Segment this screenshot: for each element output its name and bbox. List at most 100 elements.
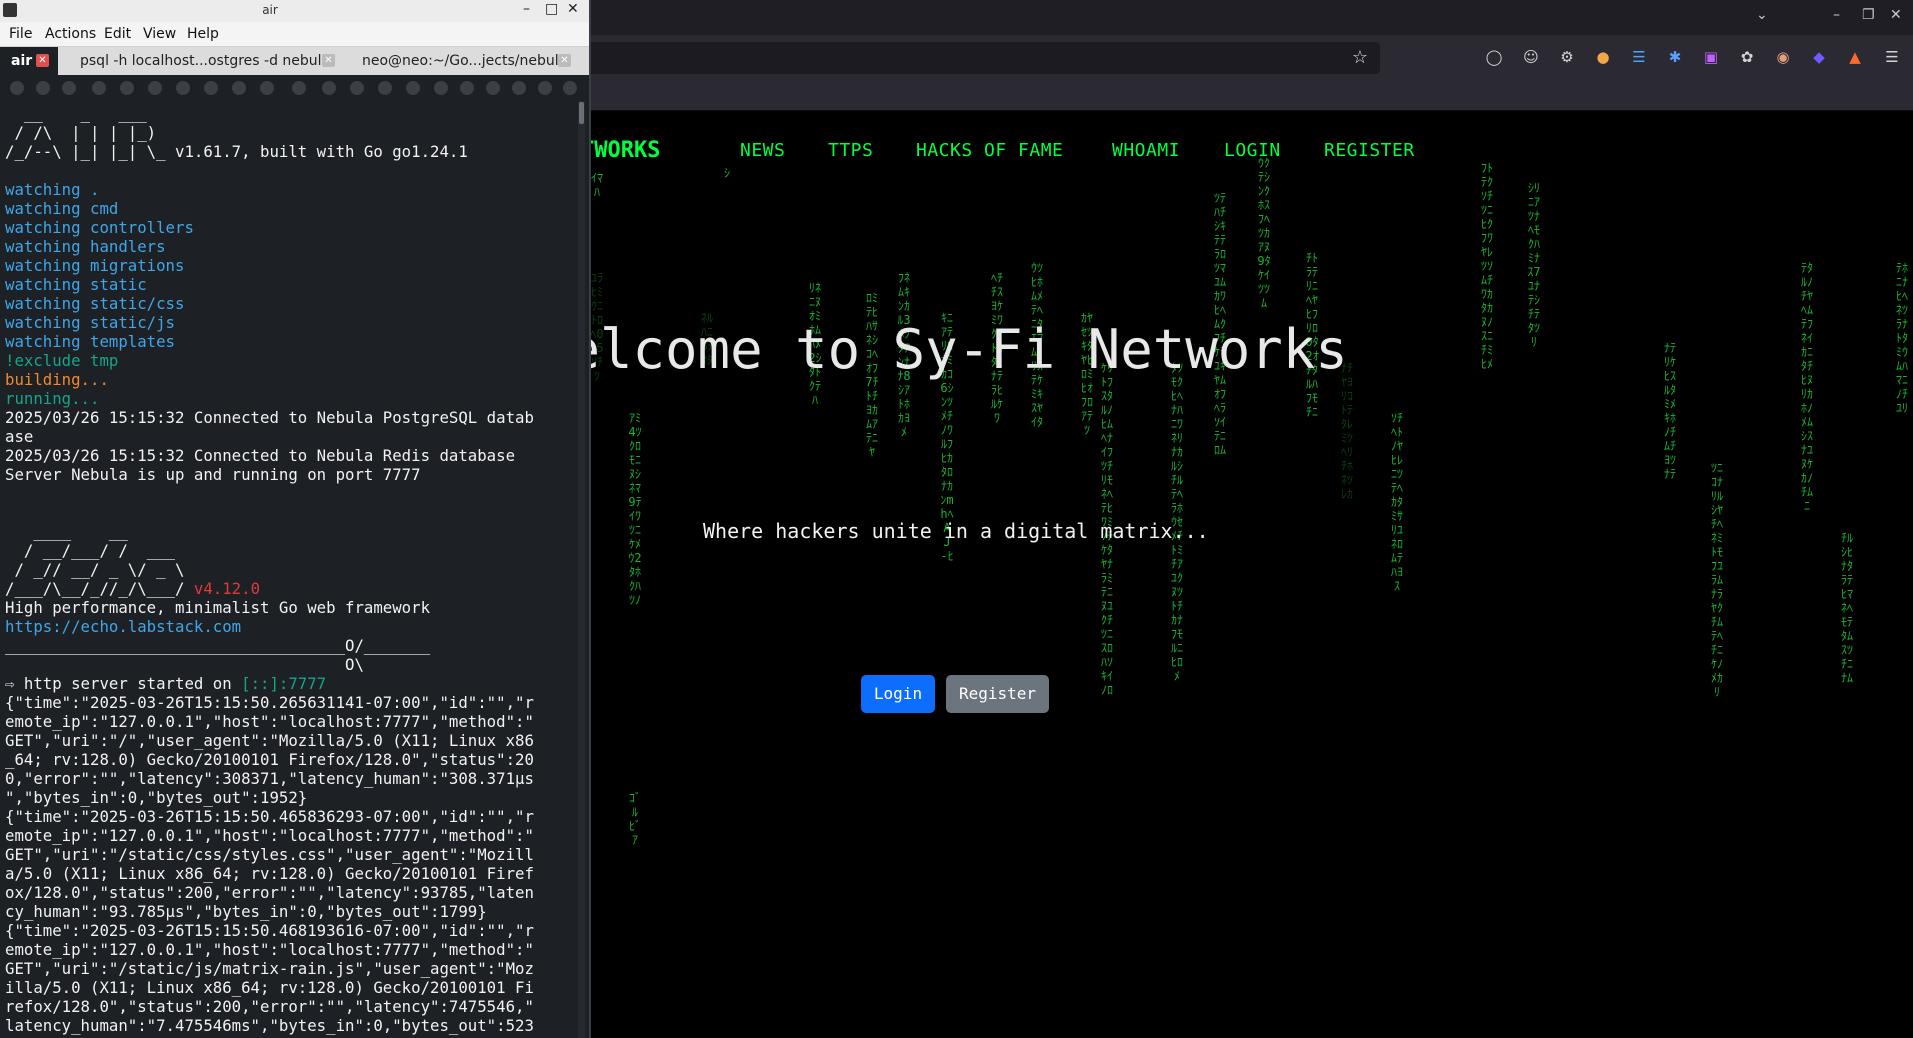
bookmark-star-icon[interactable]: ☆ bbox=[1352, 47, 1368, 68]
menu-icon[interactable]: ☰ bbox=[1882, 47, 1902, 67]
addon-icon[interactable]: ◆ bbox=[1809, 47, 1829, 67]
log-line: 2025/03/26 15:15:32 Connected to Nebula … bbox=[5, 408, 534, 427]
maximize-icon[interactable]: □ bbox=[545, 1, 558, 17]
matrix-rain-column: ﾌﾄﾃｸｿﾁﾂﾆﾋｸﾌﾜﾔﾚﾂｿﾑﾁﾜｶﾀｶﾇﾉｽﾆﾁﾐﾋﾒ bbox=[1480, 161, 1493, 371]
request-log-line: emote_ip":"127.0.0.1","host":"localhost:… bbox=[5, 826, 534, 845]
matrix-rain-column: ｱﾐ4ﾂｸﾛﾓﾆﾇｼﾈﾏ9ﾃｲﾜﾂﾆｹﾒｳ2ﾀﾎｸﾊﾂﾉ bbox=[628, 411, 642, 607]
app-icon[interactable] bbox=[10, 81, 24, 95]
close-tab-icon[interactable]: ✕ bbox=[322, 54, 335, 67]
tab-air[interactable]: air ✕ bbox=[0, 47, 58, 75]
addon-icon[interactable]: ● bbox=[1593, 47, 1613, 67]
account-icon[interactable]: ☺ bbox=[1521, 47, 1541, 67]
echo-version: v4.12.0 bbox=[193, 579, 261, 598]
app-icon[interactable] bbox=[563, 81, 577, 95]
terminal-titlebar: air – □ ✕ bbox=[0, 0, 589, 22]
watching-line: watching cmd bbox=[5, 199, 119, 218]
app-icon[interactable] bbox=[292, 81, 306, 95]
minimize-icon[interactable]: – bbox=[523, 1, 530, 17]
app-icon[interactable] bbox=[120, 81, 134, 95]
server-started-text: ⇨ http server started on bbox=[5, 674, 242, 693]
terminal-title: air bbox=[262, 3, 278, 17]
tab-list-icon[interactable]: ⌄ bbox=[1756, 7, 1768, 23]
addon-icon[interactable]: ◉ bbox=[1773, 47, 1793, 67]
menu-file[interactable]: File bbox=[9, 26, 32, 42]
close-tab-icon[interactable]: ✕ bbox=[558, 54, 571, 67]
matrix-rain-column: ﾃﾀﾙﾉﾁﾔﾍﾑﾃﾌﾈｲｶﾆﾀﾁﾋﾇﾘｶﾎﾉﾒﾑｼｽﾅﾕﾇｹｶﾉﾁﾑﾆ bbox=[1800, 261, 1813, 513]
echo-banner-line: /___/\__/_//_/\___/ bbox=[5, 579, 194, 598]
nav-whoami[interactable]: WHOAMI bbox=[1112, 140, 1180, 161]
app-icon[interactable] bbox=[378, 81, 392, 95]
app-icon[interactable] bbox=[36, 81, 50, 95]
exclude-line: !exclude tmp bbox=[5, 351, 119, 370]
register-button[interactable]: Register bbox=[946, 675, 1049, 713]
url-bar[interactable]: ☆ bbox=[560, 42, 1380, 74]
close-icon[interactable]: ✕ bbox=[1890, 7, 1902, 23]
app-icon[interactable] bbox=[176, 81, 190, 95]
watching-line: watching controllers bbox=[5, 218, 194, 237]
nav-login[interactable]: LOGIN bbox=[1224, 140, 1281, 161]
app-icon[interactable] bbox=[148, 81, 162, 95]
app-icon[interactable] bbox=[204, 81, 218, 95]
menu-actions[interactable]: Actions bbox=[45, 26, 96, 42]
restore-icon[interactable]: ❐ bbox=[1862, 7, 1875, 23]
watching-line: watching . bbox=[5, 180, 100, 199]
matrix-rain-column: ﾅﾃﾘｹﾋｽﾙﾀﾐﾒｷﾎﾉﾁﾑﾁﾖﾂﾅﾃ bbox=[1663, 341, 1676, 481]
nav-hacks-of-fame[interactable]: HACKS OF FAME bbox=[916, 140, 1063, 161]
menu-edit[interactable]: Edit bbox=[104, 26, 131, 42]
tab-neo-shell[interactable]: neo@neo:~/Go...jects/nebula ✕ bbox=[352, 47, 582, 75]
addon-icon[interactable]: ✱ bbox=[1665, 47, 1685, 67]
pocket-icon[interactable]: ◯ bbox=[1484, 47, 1504, 67]
request-log-line: illa/5.0 (X11; Linux x86_64; rv:128.0) G… bbox=[5, 978, 534, 997]
app-icon[interactable] bbox=[350, 81, 364, 95]
addon-icon[interactable]: ▣ bbox=[1701, 47, 1721, 67]
app-icon[interactable] bbox=[322, 81, 336, 95]
addon-icon[interactable]: ☰ bbox=[1629, 47, 1649, 67]
request-log-line: a/5.0 (X11; Linux x86_64; rv:128.0) Geck… bbox=[5, 864, 534, 883]
request-log-line: ","bytes_in":0,"bytes_out":1952} bbox=[5, 788, 308, 807]
tab-psql[interactable]: psql -h localhost...ostgres -d nebula ✕ bbox=[72, 47, 344, 75]
terminal-scrollbar[interactable] bbox=[578, 101, 585, 1038]
request-log-line: {"time":"2025-03-26T15:15:50.265631141-0… bbox=[5, 693, 534, 712]
running-line: running... bbox=[5, 389, 100, 408]
minimize-icon[interactable]: – bbox=[1833, 7, 1840, 23]
addon-icon[interactable]: ✿ bbox=[1737, 47, 1757, 67]
nav-register[interactable]: REGISTER bbox=[1324, 140, 1415, 161]
close-icon[interactable]: ✕ bbox=[567, 1, 579, 17]
building-line: building... bbox=[5, 370, 109, 389]
app-icon[interactable] bbox=[512, 81, 526, 95]
log-line: Server Nebula is up and running on port … bbox=[5, 465, 421, 484]
echo-banner-line: ____ __ bbox=[5, 522, 128, 541]
extensions-icon[interactable]: ⚙ bbox=[1557, 47, 1577, 67]
terminal-output[interactable]: __ _ ___ / /\ | | | |_)/_/--\ |_| |_| \_… bbox=[5, 104, 575, 1035]
app-icon[interactable] bbox=[232, 81, 246, 95]
tab-label: psql -h localhost...ostgres -d nebula bbox=[80, 53, 331, 69]
tab-label: neo@neo:~/Go...jects/nebula bbox=[362, 53, 568, 69]
app-icon[interactable] bbox=[434, 81, 448, 95]
addon-icon[interactable]: ▲ bbox=[1845, 47, 1865, 67]
terminal-scroll-thumb[interactable] bbox=[579, 102, 584, 124]
matrix-rain-column: ｳｸﾃｼﾝｸﾎｽﾌﾍﾂｶｱﾇ9ﾀｹｲﾂﾂﾑ bbox=[1257, 156, 1271, 310]
tab-label: air bbox=[11, 53, 33, 69]
watching-line: watching handlers bbox=[5, 237, 166, 256]
app-icon[interactable] bbox=[406, 81, 420, 95]
app-icon[interactable] bbox=[460, 81, 474, 95]
echo-rule: O\ bbox=[5, 655, 364, 674]
watching-line: watching static/js bbox=[5, 313, 176, 332]
terminal-iconbar bbox=[0, 75, 585, 101]
nav-news[interactable]: NEWS bbox=[740, 140, 785, 161]
login-button[interactable]: Login bbox=[861, 675, 935, 713]
nav-ttps[interactable]: TTPS bbox=[828, 140, 873, 161]
echo-url-link[interactable]: https://echo.labstack.com bbox=[5, 617, 575, 636]
app-icon[interactable] bbox=[62, 81, 76, 95]
echo-banner-line: / _// __/ _ \/ _ \ bbox=[5, 560, 185, 579]
app-icon[interactable] bbox=[538, 81, 552, 95]
request-log-line: refox/128.0","status":200,"error":"","la… bbox=[5, 997, 534, 1016]
menu-view[interactable]: View bbox=[143, 26, 176, 42]
watching-line: watching static bbox=[5, 275, 147, 294]
close-tab-icon[interactable]: ✕ bbox=[36, 54, 49, 67]
menu-help[interactable]: Help bbox=[187, 26, 219, 42]
app-icon[interactable] bbox=[486, 81, 500, 95]
app-icon[interactable] bbox=[260, 81, 274, 95]
request-log-line: cy_human":"93.785µs","bytes_in":0,"bytes… bbox=[5, 902, 487, 921]
app-icon[interactable] bbox=[92, 81, 106, 95]
